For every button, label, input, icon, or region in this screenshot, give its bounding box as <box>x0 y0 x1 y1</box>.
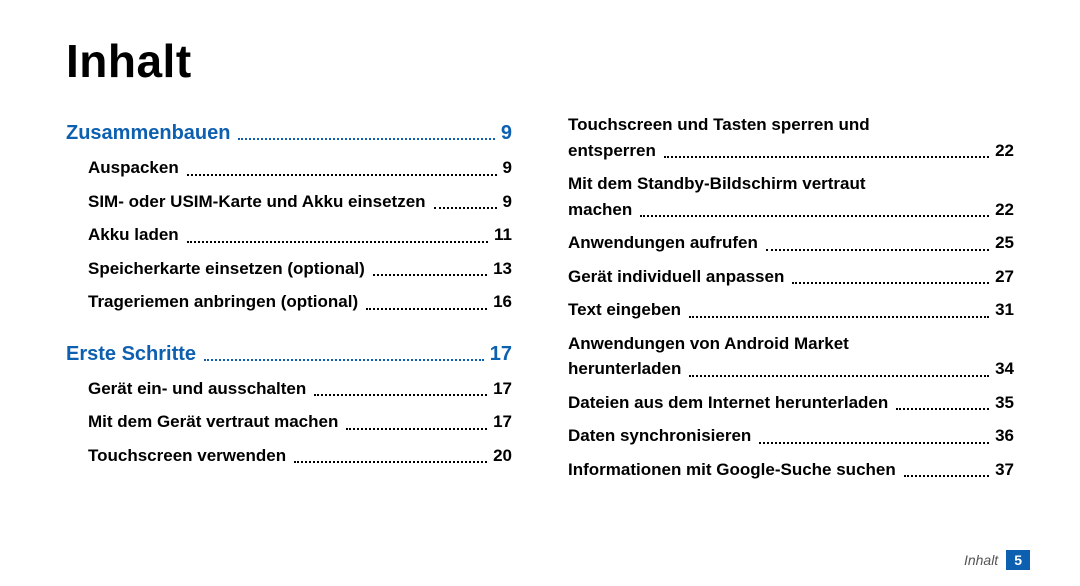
toc-entry: Dateien aus dem Internet herunterladen 3… <box>568 390 1014 416</box>
toc-entry: Gerät individuell anpassen 27 <box>568 264 1014 290</box>
toc-entry: Text eingeben 31 <box>568 297 1014 323</box>
entry-page: 9 <box>503 189 512 215</box>
entry-label-line2: entsperren <box>568 138 656 164</box>
entry-label: Touchscreen verwenden <box>88 443 286 469</box>
section-label: Erste Schritte <box>66 343 196 366</box>
leader-dots <box>187 174 497 176</box>
leader-dots <box>314 394 487 396</box>
section-heading: Zusammenbauen 9 <box>66 122 512 145</box>
leader-dots <box>689 375 989 377</box>
entry-label-line1: Touchscreen und Tasten sperren und <box>568 112 1014 138</box>
entry-label: Text eingeben <box>568 297 681 323</box>
toc-entry: Trageriemen anbringen (optional) 16 <box>88 289 512 315</box>
entry-page: 31 <box>995 297 1014 323</box>
leader-dots <box>640 215 989 217</box>
page-title: Inhalt <box>66 34 1014 88</box>
entry-label-line1: Anwendungen von Android Market <box>568 331 1014 357</box>
entry-label: Gerät ein- und ausschalten <box>88 376 306 402</box>
footer-page-number: 5 <box>1006 550 1030 570</box>
entry-page: 11 <box>494 222 512 248</box>
toc-entry: Mit dem Gerät vertraut machen 17 <box>88 409 512 435</box>
entry-label: Akku laden <box>88 222 179 248</box>
entry-label: Mit dem Gerät vertraut machen <box>88 409 338 435</box>
leader-dots <box>434 207 497 209</box>
toc-entry: Mit dem Standby-Bildschirm vertraut mach… <box>568 171 1014 222</box>
leader-dots <box>204 359 484 361</box>
leader-dots <box>346 428 487 430</box>
page-footer: Inhalt 5 <box>964 550 1030 570</box>
toc-page: Inhalt Zusammenbauen 9 Auspacken 9 SIM- … <box>0 0 1080 586</box>
entry-page: 20 <box>493 443 512 469</box>
section-entries: Auspacken 9 SIM- oder USIM-Karte und Akk… <box>66 147 512 315</box>
entry-label-line1: Mit dem Standby-Bildschirm vertraut <box>568 171 1014 197</box>
toc-entry: Daten synchronisieren 36 <box>568 423 1014 449</box>
entry-page: 13 <box>493 256 512 282</box>
entry-label-line2: machen <box>568 197 632 223</box>
toc-entry: Auspacken 9 <box>88 155 512 181</box>
toc-entry: Akku laden 11 <box>88 222 512 248</box>
footer-label: Inhalt <box>964 552 998 568</box>
toc-entry: Touchscreen verwenden 20 <box>88 443 512 469</box>
toc-entry: Touchscreen und Tasten sperren und entsp… <box>568 112 1014 163</box>
leader-dots <box>238 138 494 140</box>
leader-dots <box>294 461 487 463</box>
entry-page: 17 <box>493 376 512 402</box>
toc-entry: SIM- oder USIM-Karte und Akku einsetzen … <box>88 189 512 215</box>
entry-page: 36 <box>995 423 1014 449</box>
entry-label-line2: herunterladen <box>568 356 681 382</box>
entry-page: 17 <box>493 409 512 435</box>
toc-entry: Gerät ein- und ausschalten 17 <box>88 376 512 402</box>
entry-label: Speicherkarte einsetzen (optional) <box>88 256 365 282</box>
section-label: Zusammenbauen <box>66 122 230 145</box>
section-entries: Gerät ein- und ausschalten 17 Mit dem Ge… <box>66 368 512 469</box>
section-page: 17 <box>490 343 512 366</box>
section-heading: Erste Schritte 17 <box>66 343 512 366</box>
leader-dots <box>904 475 989 477</box>
toc-entry: Anwendungen von Android Market herunterl… <box>568 331 1014 382</box>
toc-entry: Speicherkarte einsetzen (optional) 13 <box>88 256 512 282</box>
entry-label: Trageriemen anbringen (optional) <box>88 289 358 315</box>
entry-page: 25 <box>995 230 1014 256</box>
entry-label: Auspacken <box>88 155 179 181</box>
entry-label: SIM- oder USIM-Karte und Akku einsetzen <box>88 189 426 215</box>
entry-page: 16 <box>493 289 512 315</box>
section-entries: Touchscreen und Tasten sperren und entsp… <box>568 104 1014 482</box>
entry-label: Dateien aus dem Internet herunterladen <box>568 390 888 416</box>
toc-entry: Informationen mit Google-Suche suchen 37 <box>568 457 1014 483</box>
entry-label: Anwendungen aufrufen <box>568 230 758 256</box>
leader-dots <box>664 156 989 158</box>
entry-page: 35 <box>995 390 1014 416</box>
entry-label: Daten synchronisieren <box>568 423 751 449</box>
entry-label: Gerät individuell anpassen <box>568 264 784 290</box>
entry-page: 22 <box>995 197 1014 223</box>
entry-page: 22 <box>995 138 1014 164</box>
entry-page: 27 <box>995 264 1014 290</box>
section-page: 9 <box>501 122 512 145</box>
leader-dots <box>373 274 487 276</box>
entry-label: Informationen mit Google-Suche suchen <box>568 457 896 483</box>
leader-dots <box>366 308 487 310</box>
entry-page: 37 <box>995 457 1014 483</box>
entry-page: 9 <box>503 155 512 181</box>
leader-dots <box>187 241 488 243</box>
leader-dots <box>792 282 989 284</box>
leader-dots <box>896 408 989 410</box>
leader-dots <box>766 249 989 251</box>
toc-column-right: Touchscreen und Tasten sperren und entsp… <box>568 104 1014 482</box>
entry-page: 34 <box>995 356 1014 382</box>
leader-dots <box>689 316 989 318</box>
toc-columns: Zusammenbauen 9 Auspacken 9 SIM- oder US… <box>66 104 1014 482</box>
toc-column-left: Zusammenbauen 9 Auspacken 9 SIM- oder US… <box>66 104 512 482</box>
leader-dots <box>759 442 989 444</box>
toc-entry: Anwendungen aufrufen 25 <box>568 230 1014 256</box>
